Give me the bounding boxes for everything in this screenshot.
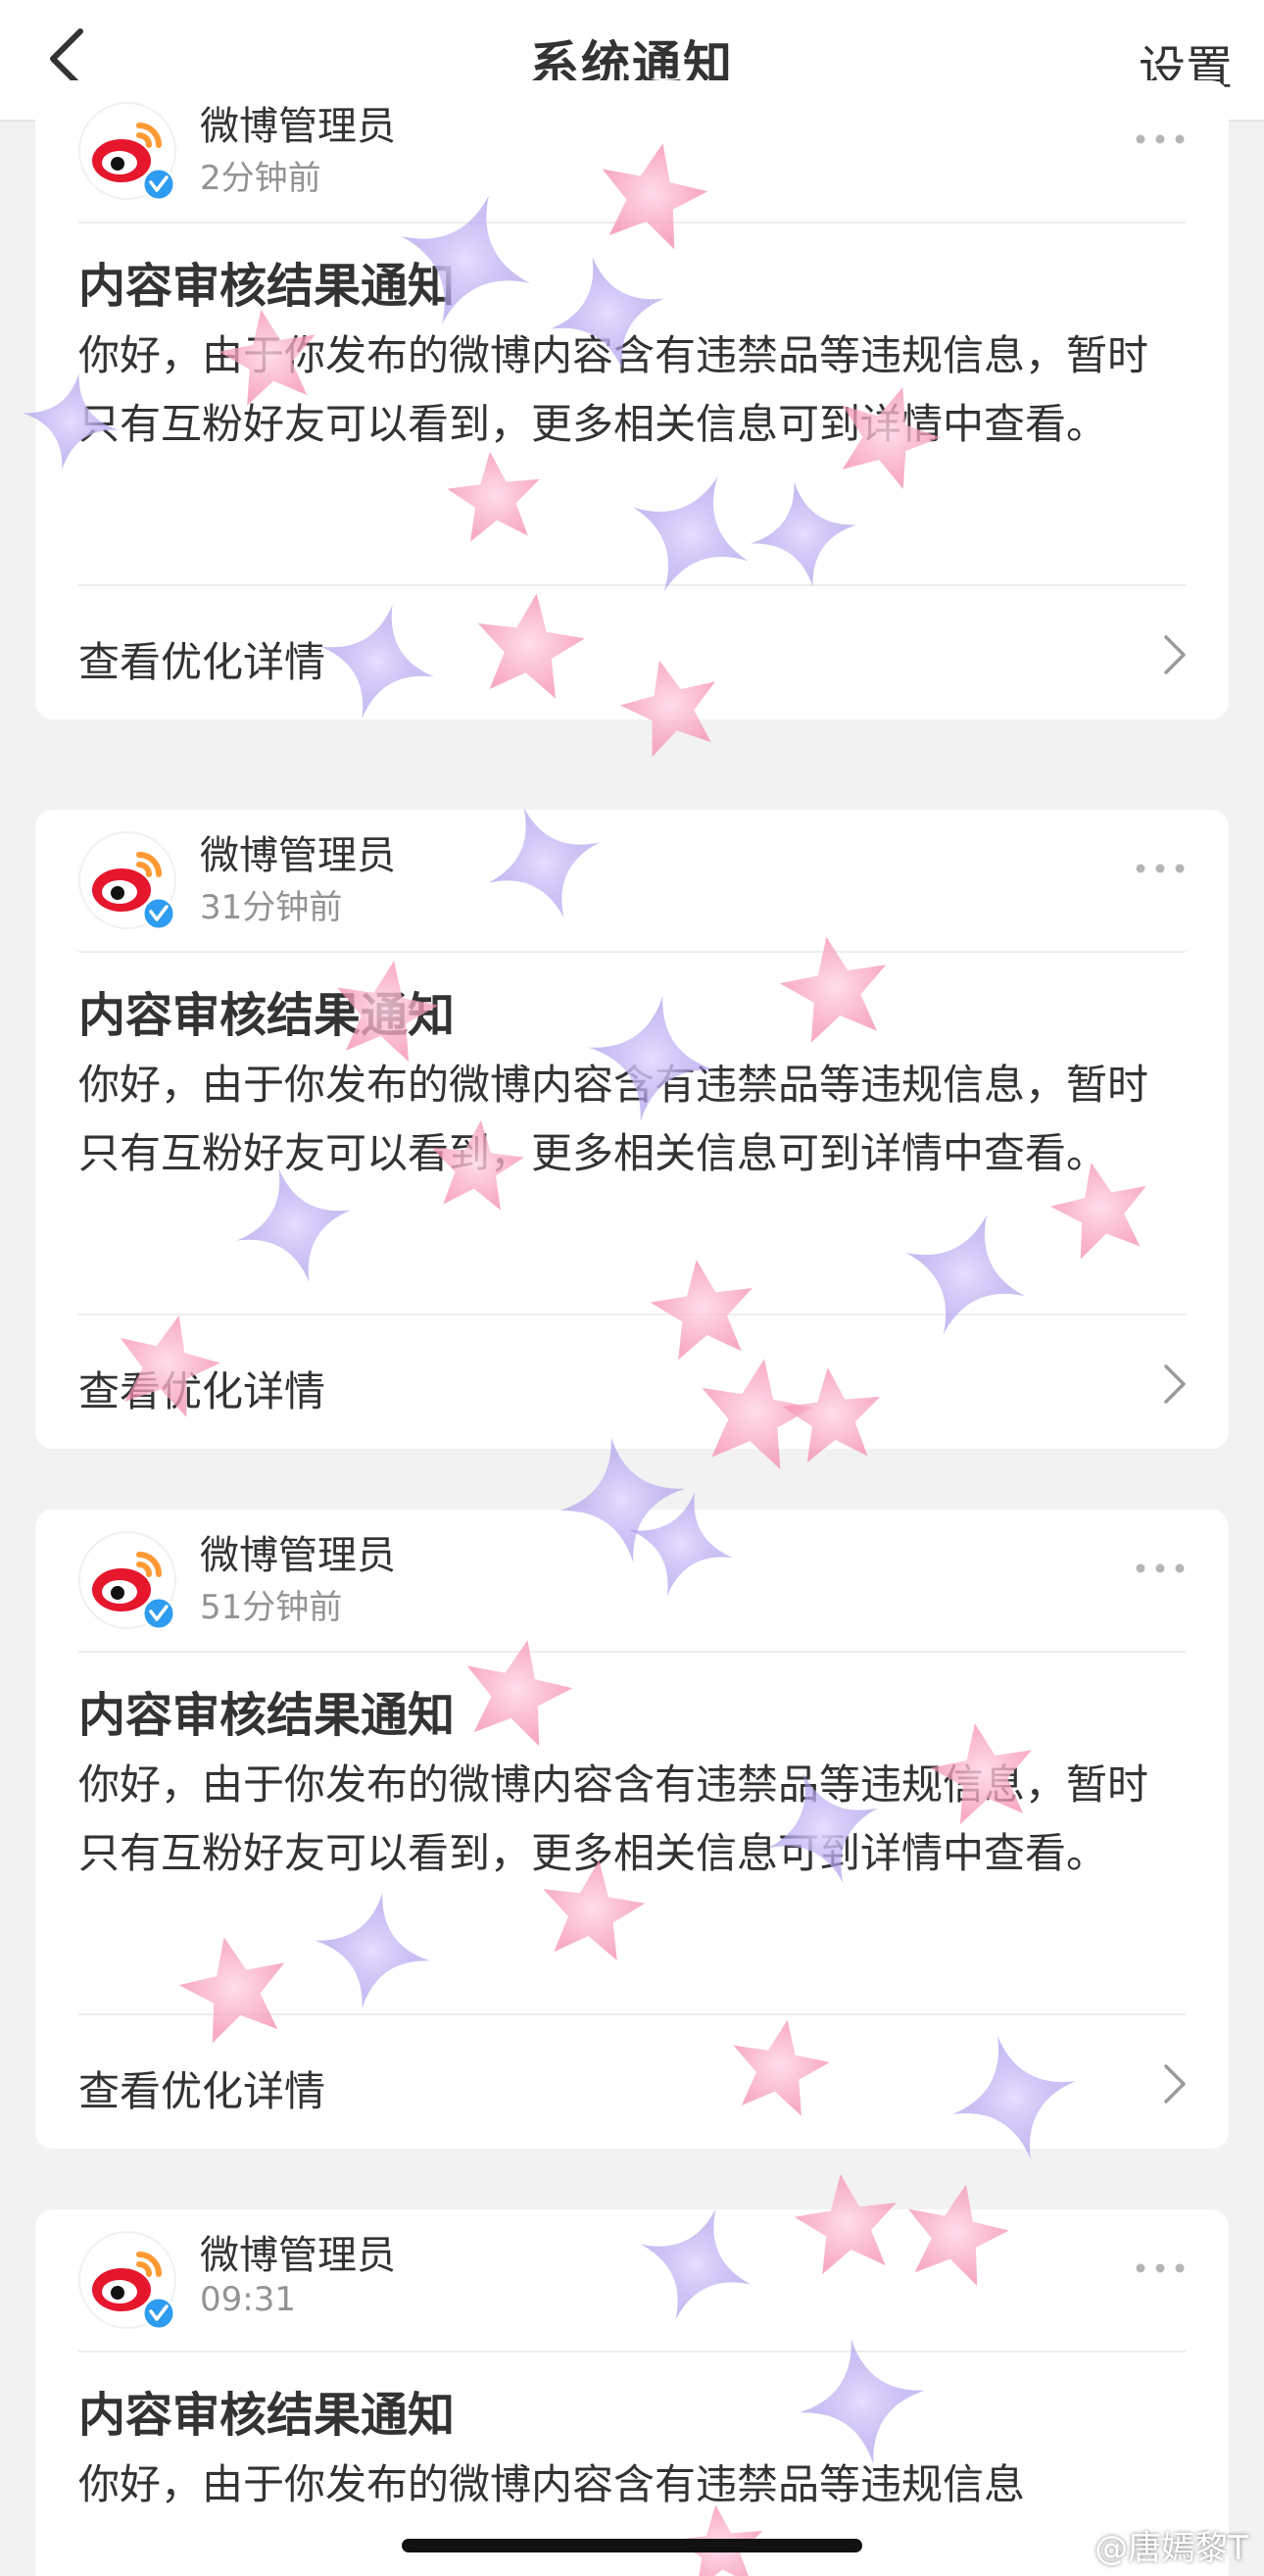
timestamp: 09:31 xyxy=(200,2280,296,2319)
more-dots-icon[interactable] xyxy=(1131,849,1190,888)
sender-name[interactable]: 微博管理员 xyxy=(200,2223,396,2280)
notification-body: 你好，由于你发布的微博内容含有违禁品等违规信息，暂时只有互粉好友可以看到，更多相… xyxy=(78,331,1149,448)
notification-title: 内容审核结果通知 xyxy=(78,2388,456,2443)
chevron-right-icon xyxy=(1164,1364,1186,1404)
more-dots-icon[interactable] xyxy=(1131,1549,1190,1588)
timestamp: 2分钟前 xyxy=(200,159,321,198)
verified-badge-icon xyxy=(141,1596,176,1631)
notification-card: 微博管理员 51分钟前 内容审核结果通知 你好，由于你发布的微博内容含有违禁品等… xyxy=(35,1510,1229,2149)
chevron-right-icon xyxy=(1164,2064,1186,2104)
verified-badge-icon xyxy=(141,167,176,202)
view-details-link[interactable]: 查看优化详情 xyxy=(35,586,1229,719)
home-indicator[interactable] xyxy=(402,2539,862,2552)
watermark-text: @唐嫣黎T xyxy=(1094,2529,1248,2568)
sender-name[interactable]: 微博管理员 xyxy=(200,823,396,880)
sender-name[interactable]: 微博管理员 xyxy=(200,94,396,151)
chevron-right-icon xyxy=(1164,635,1186,674)
notification-body: 你好，由于你发布的微博内容含有违禁品等违规信息 xyxy=(78,2460,1026,2508)
divider xyxy=(78,1651,1186,1653)
verified-badge-icon xyxy=(141,2296,176,2331)
notification-title: 内容审核结果通知 xyxy=(78,259,456,314)
notification-body: 你好，由于你发布的微博内容含有违禁品等违规信息，暂时只有互粉好友可以看到，更多相… xyxy=(78,1061,1149,1177)
card-header: 微博管理员 31分钟前 xyxy=(35,810,1229,951)
timestamp: 31分钟前 xyxy=(200,888,343,927)
card-header: 微博管理员 51分钟前 xyxy=(35,1510,1229,1651)
view-details-label: 查看优化详情 xyxy=(78,2067,326,2115)
notification-card: 微博管理员 09:31 内容审核结果通知 你好，由于你发布的微博内容含有违禁品等… xyxy=(35,2209,1229,2576)
notification-body: 你好，由于你发布的微博内容含有违禁品等违规信息，暂时只有互粉好友可以看到，更多相… xyxy=(78,1760,1149,1877)
notification-title: 内容审核结果通知 xyxy=(78,988,456,1043)
view-details-link[interactable]: 查看优化详情 xyxy=(35,2015,1229,2149)
more-dots-icon[interactable] xyxy=(1131,120,1190,159)
notification-card: 微博管理员 2分钟前 内容审核结果通知 你好，由于你发布的微博内容含有违禁品等违… xyxy=(35,80,1229,719)
sender-name[interactable]: 微博管理员 xyxy=(200,1523,396,1580)
card-header: 微博管理员 09:31 xyxy=(35,2209,1229,2351)
divider xyxy=(78,951,1186,953)
view-details-label: 查看优化详情 xyxy=(78,1367,326,1415)
timestamp: 51分钟前 xyxy=(200,1588,343,1627)
notification-title: 内容审核结果通知 xyxy=(78,1688,456,1743)
divider xyxy=(78,2351,1186,2353)
verified-badge-icon xyxy=(141,896,176,931)
view-details-label: 查看优化详情 xyxy=(78,638,326,686)
notification-card: 微博管理员 31分钟前 内容审核结果通知 你好，由于你发布的微博内容含有违禁品等… xyxy=(35,810,1229,1449)
view-details-link[interactable]: 查看优化详情 xyxy=(35,1315,1229,1449)
divider xyxy=(78,222,1186,223)
more-dots-icon[interactable] xyxy=(1131,2249,1190,2288)
card-header: 微博管理员 2分钟前 xyxy=(35,80,1229,222)
